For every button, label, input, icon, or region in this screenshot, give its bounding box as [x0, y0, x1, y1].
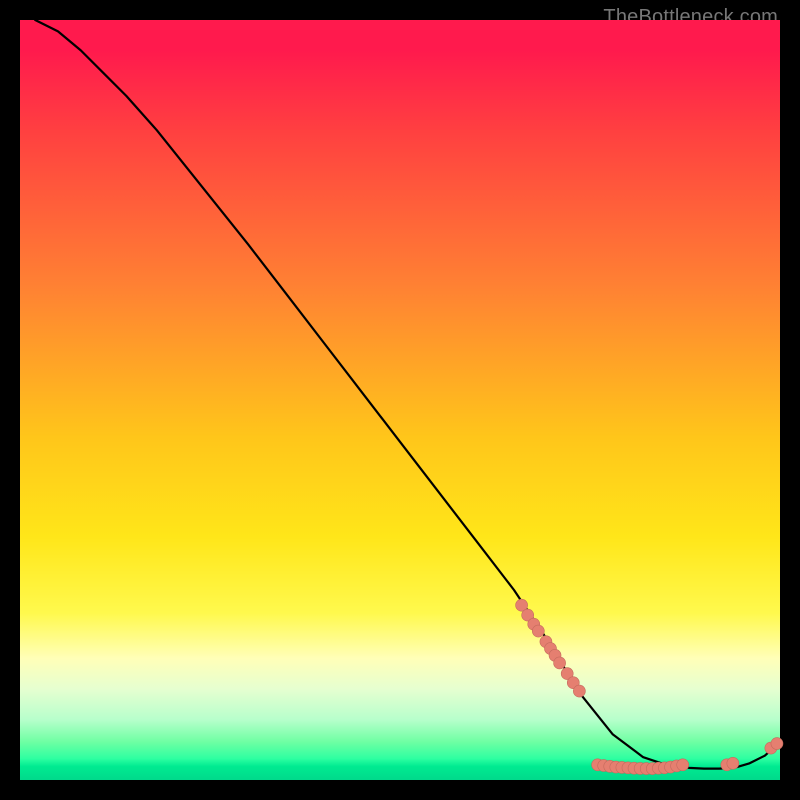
data-dot: [771, 738, 783, 750]
bottleneck-curve: [35, 20, 780, 769]
data-dot: [727, 757, 739, 769]
data-dot: [554, 657, 566, 669]
data-dots: [516, 599, 783, 774]
data-dot: [532, 625, 544, 637]
chart-stage: TheBottleneck.com: [0, 0, 800, 800]
data-dot: [677, 759, 689, 771]
plot-area: [20, 20, 780, 780]
chart-overlay: [20, 20, 780, 780]
data-dot: [573, 685, 585, 697]
